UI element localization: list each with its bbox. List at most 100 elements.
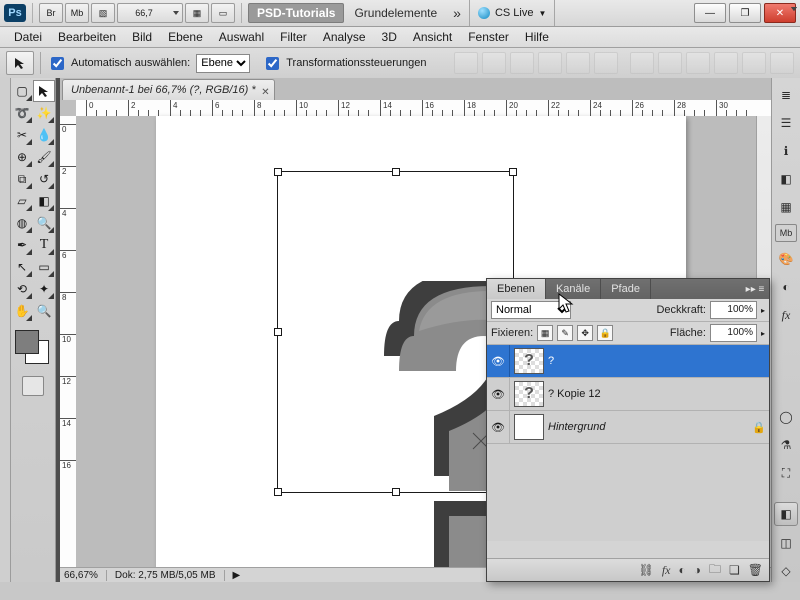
layer-thumbnail[interactable] [514, 414, 544, 440]
lock-transparent-icon[interactable]: ▦ [537, 325, 553, 341]
fg-color-swatch[interactable] [15, 330, 39, 354]
blend-mode-select[interactable]: Normal [491, 301, 571, 319]
status-arrow-icon[interactable]: ▶ [233, 570, 241, 581]
transform-handle-s[interactable] [392, 488, 400, 496]
spot-heal-tool-icon[interactable]: ⊕ [11, 146, 33, 168]
workspace-keyword-2[interactable]: Grundelemente [346, 6, 445, 20]
distribute-top-icon[interactable] [630, 52, 654, 74]
pen-tool-icon[interactable]: ✒ [11, 234, 33, 256]
menu-ansicht[interactable]: Ansicht [405, 28, 460, 46]
layer-mask-icon[interactable]: ◐ [678, 563, 685, 577]
minibridge-panel-icon[interactable]: Mb [775, 224, 797, 242]
menu-bearbeiten[interactable]: Bearbeiten [50, 28, 124, 46]
window-maximize-button[interactable]: ❐ [729, 3, 761, 23]
quick-mask-toggle-icon[interactable] [22, 376, 44, 396]
tab-pfade[interactable]: Pfade [601, 279, 651, 299]
path-select-tool-icon[interactable]: ↖ [11, 256, 33, 278]
distribute-left-icon[interactable] [714, 52, 738, 74]
align-left-icon[interactable] [538, 52, 562, 74]
menu-auswahl[interactable]: Auswahl [211, 28, 272, 46]
layer-thumbnail[interactable]: ? [514, 381, 544, 407]
hand-tool-icon[interactable]: ✋ [11, 300, 33, 322]
menu-3d[interactable]: 3D [374, 28, 405, 46]
tab-kanaele[interactable]: Kanäle [546, 279, 601, 299]
status-zoom[interactable]: 66,67% [64, 570, 107, 581]
align-hcenter-icon[interactable] [566, 52, 590, 74]
history-brush-tool-icon[interactable]: ↺ [33, 168, 55, 190]
menu-datei[interactable]: Datei [6, 28, 50, 46]
magic-wand-tool-icon[interactable]: ✨ [33, 102, 55, 124]
lock-position-icon[interactable]: ✥ [577, 325, 593, 341]
layer-thumbnail[interactable]: ? [514, 348, 544, 374]
lock-all-icon[interactable]: 🔒 [597, 325, 613, 341]
ruler-vertical[interactable] [60, 116, 77, 568]
fill-field[interactable]: 100% [710, 324, 757, 342]
crop-tool-icon[interactable]: ✂ [11, 124, 33, 146]
ruler-horizontal[interactable] [76, 100, 771, 117]
shape-tool-icon[interactable]: ▭ [33, 256, 55, 278]
layer-name[interactable]: ? [548, 355, 769, 367]
status-doc-size[interactable]: Dok: 2,75 MB/5,05 MB [115, 570, 225, 581]
layer-row[interactable]: 👁 Hintergrund 🔒 [487, 411, 769, 444]
menu-fenster[interactable]: Fenster [460, 28, 517, 46]
layer-name[interactable]: Hintergrund [548, 421, 749, 433]
zoom-field[interactable]: 66,7 [117, 3, 183, 23]
distribute-bottom-icon[interactable] [686, 52, 710, 74]
screen-mode-icon[interactable]: ▭ [211, 3, 235, 23]
eraser-tool-icon[interactable]: ▱ [11, 190, 33, 212]
layer-fx-icon[interactable]: fx [662, 563, 671, 578]
styles-panel-icon[interactable]: 🎨 [775, 248, 797, 270]
layer-group-icon[interactable]: 🗀 [709, 560, 721, 581]
cs-live-button[interactable]: CS Live ▼ [469, 0, 555, 26]
layers-panel-icon[interactable]: ◧ [774, 502, 798, 526]
align-bottom-icon[interactable] [510, 52, 534, 74]
panel-menu-icon[interactable]: ▸▸ ≡ [741, 279, 769, 299]
window-close-button[interactable]: ✕ [764, 3, 796, 23]
workspace-keyword-1[interactable]: PSD-Tutorials [248, 3, 344, 23]
transform-handle-w[interactable] [274, 328, 282, 336]
layer-row[interactable]: 👁 ? ? [487, 345, 769, 378]
lasso-tool-icon[interactable]: ➰ [11, 102, 33, 124]
color-panel-icon[interactable]: ◧ [775, 168, 797, 190]
history-panel-icon[interactable]: ≣ [775, 84, 797, 106]
new-layer-icon[interactable]: ❏ [729, 563, 740, 577]
menu-ebene[interactable]: Ebene [160, 28, 211, 46]
3d-camera-tool-icon[interactable]: ✦ [33, 278, 55, 300]
auto-select-checkbox[interactable]: Automatisch auswählen: [47, 54, 190, 73]
align-right-icon[interactable] [594, 52, 618, 74]
tab-ebenen[interactable]: Ebenen [487, 279, 546, 299]
zoom-tool-icon[interactable]: 🔍 [33, 300, 55, 322]
menu-bild[interactable]: Bild [124, 28, 160, 46]
navigator-panel-icon[interactable]: ⛶ [775, 462, 797, 484]
clone-panel-icon[interactable]: ⚗ [775, 434, 797, 456]
minibridge-launcher-icon[interactable]: Mb [65, 3, 89, 23]
adjustment-layer-icon[interactable]: ◑ [694, 563, 701, 577]
opacity-flyout-icon[interactable]: ▸ [761, 306, 765, 315]
dodge-tool-icon[interactable]: 🔍 [33, 212, 55, 234]
layer-row[interactable]: 👁 ? ? Kopie 12 [487, 378, 769, 411]
transform-handle-ne[interactable] [509, 168, 517, 176]
delete-layer-icon[interactable]: 🗑 [748, 563, 763, 577]
view-extras-icon[interactable]: ▧ [91, 3, 115, 23]
layer-name[interactable]: ? Kopie 12 [548, 388, 769, 400]
transform-handle-n[interactable] [392, 168, 400, 176]
move-tool-icon[interactable] [33, 80, 55, 102]
distribute-hcenter-icon[interactable] [742, 52, 766, 74]
auto-select-target-select[interactable]: Ebene [196, 54, 250, 73]
color-swatches[interactable] [15, 330, 49, 364]
distribute-right-icon[interactable] [770, 52, 794, 74]
workspace-overflow-icon[interactable]: » [447, 5, 467, 21]
align-vcenter-icon[interactable] [482, 52, 506, 74]
clone-stamp-tool-icon[interactable]: ⧉ [11, 168, 33, 190]
3d-rotate-tool-icon[interactable]: ⟲ [11, 278, 33, 300]
collapsed-dock-left[interactable] [0, 78, 11, 582]
document-tab[interactable]: Unbenannt-1 bei 66,7% (?, RGB/16) * ✕ [62, 79, 275, 100]
transform-controls-checkbox[interactable]: Transformationssteuerungen [262, 54, 426, 73]
distribute-vcenter-icon[interactable] [658, 52, 682, 74]
swatches-panel-icon[interactable]: ▦ [775, 196, 797, 218]
text-panel-icon[interactable]: fx [775, 304, 797, 326]
blur-tool-icon[interactable]: ◍ [11, 212, 33, 234]
layer-visibility-icon[interactable]: 👁 [487, 378, 510, 410]
transform-bounding-box[interactable] [277, 171, 514, 493]
menu-hilfe[interactable]: Hilfe [517, 28, 557, 46]
